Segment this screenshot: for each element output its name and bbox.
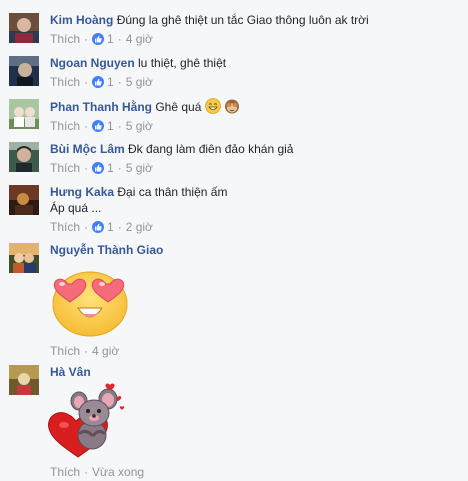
like-link[interactable]: Thích — [50, 119, 80, 133]
like-count[interactable]: 1 — [107, 119, 114, 133]
comment-time[interactable]: 5 giờ — [126, 119, 153, 133]
see-no-evil-monkey-icon — [225, 99, 240, 114]
like-link[interactable]: Thích — [50, 75, 80, 89]
comment-time[interactable]: 5 giờ — [126, 161, 153, 175]
like-link[interactable]: Thích — [50, 32, 80, 46]
comment-text: Ghê quá — [155, 100, 202, 114]
like-count[interactable]: 1 — [107, 220, 114, 234]
avatar[interactable] — [9, 99, 39, 129]
comment-text: Đại ca thân thiện ấm — [117, 185, 228, 199]
comment-meta: Thích · 1 · 5 giờ — [50, 75, 153, 89]
smiling-face-icon — [204, 98, 221, 114]
avatar[interactable] — [9, 243, 39, 273]
comment-meta: Thích · 1 · 5 giờ — [50, 119, 153, 133]
like-count[interactable]: 1 — [107, 32, 114, 46]
like-count[interactable]: 1 — [107, 75, 114, 89]
comment-meta: Thích · Vừa xong — [50, 465, 145, 479]
comment-author[interactable]: Ngoan Nguyen — [50, 56, 135, 70]
like-link[interactable]: Thích — [50, 220, 80, 234]
comment-time[interactable]: 4 giờ — [92, 344, 119, 358]
like-link[interactable]: Thích — [50, 465, 80, 479]
comment-meta: Thích · 1 · 5 giờ — [50, 161, 153, 175]
thumbs-up-icon[interactable] — [92, 221, 105, 233]
comment-text-line2: Áp quá ... — [50, 201, 102, 215]
avatar[interactable] — [9, 142, 39, 172]
like-link[interactable]: Thích — [50, 344, 80, 358]
comment-author[interactable]: Bùi Mộc Lâm — [50, 142, 125, 156]
comment-author[interactable]: Phan Thanh Hằng — [50, 100, 152, 114]
comment-time[interactable]: 4 giờ — [126, 32, 153, 46]
comment-author[interactable]: Hà Vân — [50, 365, 91, 379]
thumbs-up-icon[interactable] — [92, 76, 105, 88]
comment-meta: Thích · 1 · 4 giờ — [50, 32, 153, 46]
comment-author[interactable]: Hưng Kaka — [50, 185, 114, 199]
avatar-photo — [9, 142, 39, 172]
comment-text: Đk đang làm điên đảo khán giả — [128, 142, 294, 156]
avatar-photo — [9, 99, 39, 129]
thumbs-up-icon[interactable] — [92, 120, 105, 132]
avatar[interactable] — [9, 56, 39, 86]
avatar-photo — [9, 365, 39, 395]
comment-time[interactable]: 5 giờ — [126, 75, 153, 89]
avatar[interactable] — [9, 185, 39, 215]
comment-time[interactable]: 2 giờ — [126, 220, 153, 234]
avatar[interactable] — [9, 13, 39, 43]
comment-author[interactable]: Nguyễn Thành Giao — [50, 243, 163, 257]
avatar-photo — [9, 243, 39, 273]
avatar-photo — [9, 56, 39, 86]
heart-eyes-sticker[interactable] — [50, 264, 130, 338]
comment-time[interactable]: Vừa xong — [92, 465, 144, 479]
comment-text: lu thiệt, ghê thiệt — [138, 56, 227, 70]
comment-author[interactable]: Kim Hoàng — [50, 13, 113, 27]
avatar-photo — [9, 13, 39, 43]
avatar-photo — [9, 185, 39, 215]
avatar[interactable] — [9, 365, 39, 395]
comment-text: Đúng la ghê thiệt un tắc Giao thông luôn… — [116, 13, 369, 27]
comment-meta: Thích · 4 giờ — [50, 344, 120, 358]
comment-meta: Thích · 1 · 2 giờ — [50, 220, 153, 234]
like-link[interactable]: Thích — [50, 161, 80, 175]
mouse-with-heart-sticker[interactable] — [48, 381, 128, 459]
thumbs-up-icon[interactable] — [92, 33, 105, 45]
like-count[interactable]: 1 — [107, 161, 114, 175]
thumbs-up-icon[interactable] — [92, 162, 105, 174]
